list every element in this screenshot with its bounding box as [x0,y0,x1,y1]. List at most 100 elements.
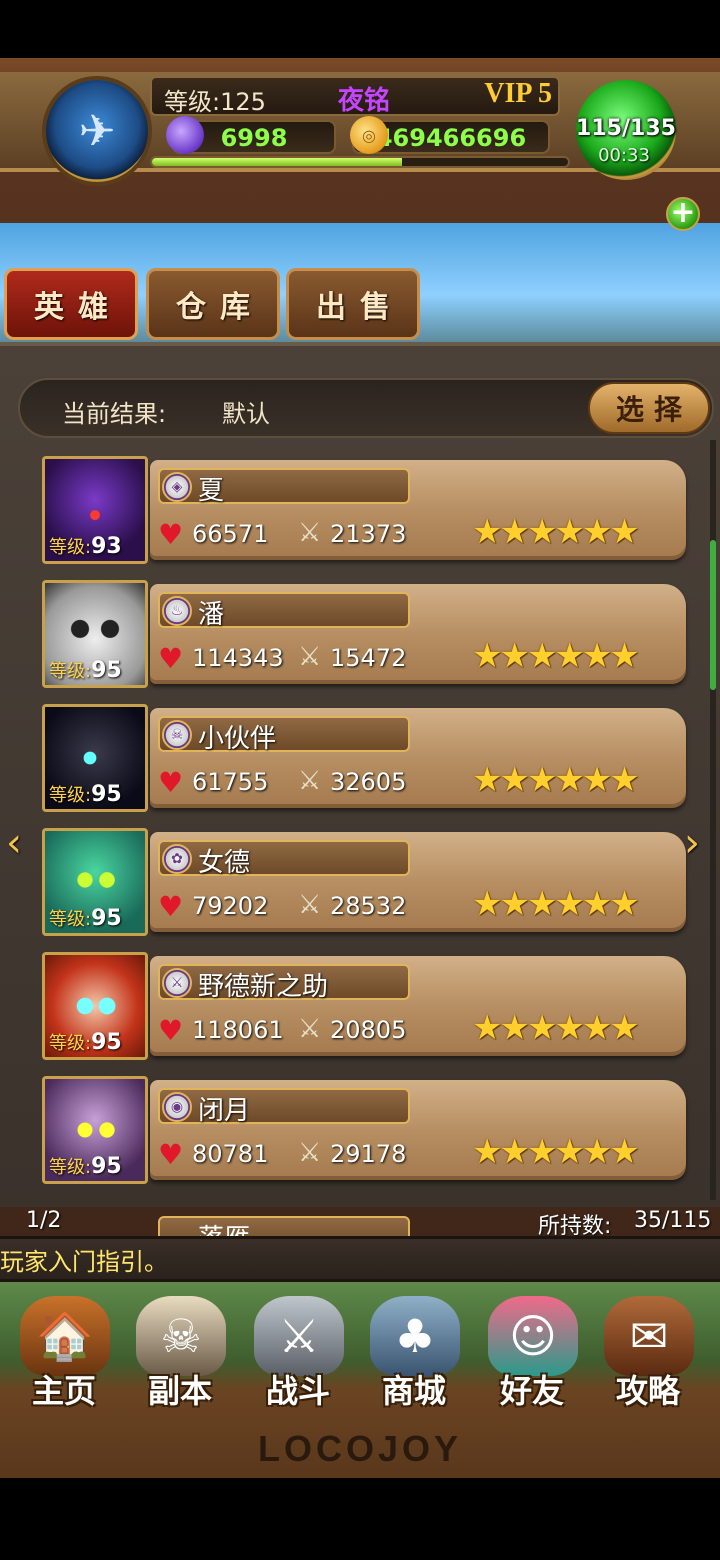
hero-row[interactable]: 等级:93 ◈ 夏 ♥ 66571 ⚔ 21373 ★★★★★★ [40,456,688,568]
hero-portrait[interactable]: 等级:95 [42,580,148,688]
sword-class-icon: ⚔ [162,968,192,998]
vip-badge[interactable]: VIP 5 [484,78,552,110]
partial-hero-name: 落雁 [198,1218,250,1236]
hero-name: 女德 [198,848,251,878]
ticker-text: 玩家入门指引。 [0,1248,168,1276]
level-row: 等级:125 夜铭 VIP 5 [150,76,560,116]
heart-icon: ♥ [158,1014,184,1047]
hero-row[interactable]: 等级:95 ⚔ 野德新之助 ♥ 118061 ⚔ 20805 ★★★★★★ [40,952,688,1064]
crossed-swords-icon: ⚔ [298,518,322,548]
heart-icon: ♥ [158,890,184,923]
hero-portrait[interactable]: 等级:95 [42,952,148,1060]
guide-book-icon: ✉ [604,1296,694,1376]
player-name: 夜铭 [338,86,391,116]
hero-level-label: 等级: [49,537,92,558]
hero-level-label: 等级: [49,785,92,806]
battle-axe-icon: ⚔ [254,1296,344,1376]
tab-heroes[interactable]: 英雄 [4,268,138,340]
coin-icon: ◎ [350,116,388,154]
heart-icon: ♥ [158,518,184,551]
hero-name: 夏 [198,476,225,506]
hero-portrait[interactable]: 等级:93 [42,456,148,564]
next-page-arrow[interactable]: › [684,820,700,866]
status-bar [0,0,720,58]
hero-level-label: 等级: [49,1157,92,1178]
hero-row[interactable]: 等级:95 ✿ 女德 ♥ 79202 ⚔ 28532 ★★★★★★ [40,828,688,940]
hero-level: 等级:95 [49,1153,122,1179]
hero-portrait[interactable]: 等级:95 [42,1076,148,1184]
scrollbar-thumb[interactable] [710,540,716,690]
star-rating: ★★★★★★ [472,1132,640,1172]
heart-icon: ♥ [158,642,184,675]
hero-level-label: 等级: [49,661,92,682]
partial-hero-row[interactable]: 落雁 [150,1210,410,1236]
hero-attack: 15472 [330,644,407,672]
hero-attack: 21373 [330,520,407,548]
nav-item[interactable]: ♣ 商城 [358,1296,470,1410]
hero-level: 等级:93 [49,533,122,559]
hero-level: 等级:95 [49,1029,122,1055]
hero-hp: 66571 [192,520,269,548]
select-button[interactable]: 选择 [588,382,710,434]
hero-level-label: 等级: [49,909,92,930]
nav-item[interactable]: ☠ 副本 [124,1296,236,1410]
hero-level-value: 95 [91,782,122,807]
eye-icon: ◉ [162,1092,192,1122]
prev-page-arrow[interactable]: ‹ [6,820,22,866]
star-rating: ★★★★★★ [472,636,640,676]
hero-name: 小伙伴 [198,724,277,754]
exp-fill [152,158,402,166]
add-stamina-button[interactable]: + [666,197,700,231]
stamina-timer: 00:33 [598,145,650,166]
friends-icon: ☺ [488,1296,578,1376]
filter-value: 默认 [222,400,270,428]
hero-name: 闭月 [198,1096,251,1126]
nav-label: 战斗 [265,1372,330,1410]
crossed-swords-icon: ⚔ [298,1138,322,1168]
exp-bar [150,156,570,168]
tab-sell[interactable]: 出售 [286,268,420,340]
page-indicator: 1/2 [26,1208,62,1233]
hero-level: 等级:95 [49,905,122,931]
hero-level-label: 等级: [49,1033,92,1054]
crossed-swords-icon: ⚔ [298,890,322,920]
hero-attack: 32605 [330,768,407,796]
nav-item[interactable]: ☺ 好友 [476,1296,588,1410]
skull-icon: ☠ [162,720,192,750]
crossed-swords-icon: ⚔ [298,642,322,672]
star-rating: ★★★★★★ [472,512,640,552]
player-level: 等级:125 [164,88,266,116]
nav-label: 好友 [499,1372,564,1410]
hero-row[interactable]: 等级:95 ♨ 潘 ♥ 114343 ⚔ 15472 ★★★★★★ [40,580,688,692]
hero-level-value: 95 [91,1154,122,1179]
hero-hp: 61755 [192,768,269,796]
house-icon: 🏠 [20,1296,110,1376]
nav-item[interactable]: 🏠 主页 [8,1296,120,1410]
hero-portrait[interactable]: 等级:95 [42,704,148,812]
stamina-value: 115/135 [576,116,676,141]
gem-icon [166,116,204,154]
owned-value: 35/115 [634,1208,712,1233]
locojoy-logo: LOCOJOY [257,1428,463,1469]
hero-row[interactable]: 等级:95 ☠ 小伙伴 ♥ 61755 ⚔ 32605 ★★★★★★ [40,704,688,816]
tab-warehouse[interactable]: 仓库 [146,268,280,340]
crossed-swords-icon: ⚔ [298,1014,322,1044]
nav-label: 副本 [147,1372,212,1410]
hero-attack: 29178 [330,1140,407,1168]
hero-row[interactable]: 等级:95 ◉ 闭月 ♥ 80781 ⚔ 29178 ★★★★★★ [40,1076,688,1188]
nav-item[interactable]: ✉ 攻略 [592,1296,704,1410]
player-avatar[interactable]: ✈ [46,80,148,182]
heart-icon: ♥ [158,766,184,799]
hero-portrait[interactable]: 等级:95 [42,828,148,936]
hero-level: 等级:95 [49,657,122,683]
hero-name-box [158,468,410,504]
star-rating: ★★★★★★ [472,1008,640,1048]
flame-icon: ♨ [162,596,192,626]
nav-item[interactable]: ⚔ 战斗 [242,1296,354,1410]
hero-level-value: 95 [91,658,122,683]
star-rating: ★★★★★★ [472,760,640,800]
shop-monster-icon: ♣ [370,1296,460,1376]
hero-hp: 114343 [192,644,284,672]
crossed-swords-icon: ⚔ [298,766,322,796]
nav-label: 攻略 [615,1372,680,1410]
